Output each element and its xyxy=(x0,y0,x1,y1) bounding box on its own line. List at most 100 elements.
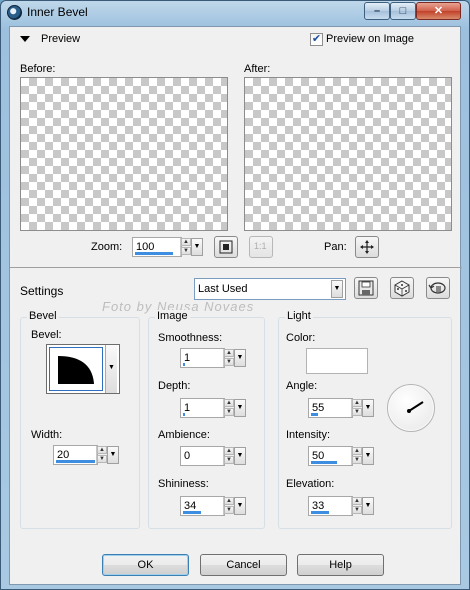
light-color-swatch[interactable] xyxy=(306,348,368,374)
window-title: Inner Bevel xyxy=(27,5,88,19)
ok-button[interactable]: OK xyxy=(102,554,189,576)
angle-dropdown-button[interactable]: ▼ xyxy=(362,399,374,417)
elevation-level-bar xyxy=(311,511,329,514)
zoom-dropdown-button[interactable]: ▼ xyxy=(191,238,203,256)
cancel-button[interactable]: Cancel xyxy=(200,554,287,576)
preset-select[interactable]: Last Used ▼ xyxy=(194,278,346,300)
spin-down-icon[interactable]: ▼ xyxy=(224,408,234,416)
spin-up-icon[interactable]: ▲ xyxy=(181,238,191,246)
depth-input[interactable]: 1 xyxy=(180,398,225,418)
bevel-shape-icon xyxy=(58,356,94,384)
ambience-dropdown-button[interactable]: ▼ xyxy=(234,447,246,465)
close-button[interactable]: ✕ xyxy=(416,2,461,20)
preset-dropdown-icon[interactable]: ▼ xyxy=(331,280,343,298)
spin-down-icon[interactable]: ▼ xyxy=(352,456,362,464)
width-level-bar xyxy=(56,460,95,463)
intensity-spinner[interactable]: ▲ ▼ xyxy=(351,447,362,465)
zoom-label: Zoom: xyxy=(91,241,123,253)
angle-dial[interactable] xyxy=(387,384,435,432)
zoom-fit-icon xyxy=(219,240,233,254)
preview-section-label: Preview xyxy=(41,33,81,45)
title-bar[interactable]: Inner Bevel – □ ✕ xyxy=(1,1,469,25)
pan-button[interactable] xyxy=(355,236,379,258)
spin-down-icon[interactable]: ▼ xyxy=(224,456,234,464)
angle-input[interactable]: 55 xyxy=(308,398,353,418)
zoom-one-to-one-button[interactable]: 1:1 xyxy=(249,236,273,258)
pan-label: Pan: xyxy=(324,241,347,253)
spin-down-icon[interactable]: ▼ xyxy=(352,408,362,416)
preview-on-image-checkbox[interactable]: ✔ xyxy=(310,33,323,46)
intensity-dropdown-button[interactable]: ▼ xyxy=(362,447,374,465)
zoom-input[interactable]: 100 xyxy=(132,237,182,257)
spin-down-icon[interactable]: ▼ xyxy=(97,455,107,463)
smoothness-spinner[interactable]: ▲ ▼ xyxy=(223,349,234,367)
spin-up-icon[interactable]: ▲ xyxy=(224,447,234,455)
zoom-fit-button[interactable] xyxy=(214,236,238,258)
before-preview-pane[interactable] xyxy=(20,77,228,231)
elevation-spinner[interactable]: ▲ ▼ xyxy=(351,497,362,515)
after-label: After: xyxy=(244,63,271,75)
ambience-label: Ambience: xyxy=(158,429,210,441)
save-disk-icon xyxy=(358,280,374,296)
width-input[interactable]: 20 xyxy=(53,445,98,465)
light-group-title: Light xyxy=(285,310,313,322)
image-group-title: Image xyxy=(155,310,190,322)
spin-up-icon[interactable]: ▲ xyxy=(224,399,234,407)
intensity-level-bar xyxy=(311,461,337,464)
spin-up-icon[interactable]: ▲ xyxy=(352,399,362,407)
spin-up-icon[interactable]: ▲ xyxy=(352,447,362,455)
light-color-label: Color: xyxy=(286,332,316,344)
width-dropdown-button[interactable]: ▼ xyxy=(107,446,119,464)
one-to-one-label: 1:1 xyxy=(254,241,267,251)
section-separator xyxy=(10,267,462,268)
spin-up-icon[interactable]: ▲ xyxy=(224,497,234,505)
dialog-client: Preview ✔ Preview on Image Before: After… xyxy=(9,26,462,585)
intensity-input[interactable]: 50 xyxy=(308,446,353,466)
spin-up-icon[interactable]: ▲ xyxy=(224,349,234,357)
dialog-window: Inner Bevel – □ ✕ Preview ✔ Preview on I… xyxy=(0,0,470,590)
spin-down-icon[interactable]: ▼ xyxy=(352,506,362,514)
bevel-shape-picker[interactable]: ▼ xyxy=(46,344,120,394)
bevel-group-title: Bevel xyxy=(27,310,59,322)
bevel-shape-label: Bevel: xyxy=(31,329,62,341)
bevel-shape-preview xyxy=(49,347,103,391)
reset-icon xyxy=(428,282,446,294)
spin-up-icon[interactable]: ▲ xyxy=(352,497,362,505)
spin-up-icon[interactable]: ▲ xyxy=(97,446,107,454)
pan-move-icon xyxy=(360,240,374,254)
elevation-label: Elevation: xyxy=(286,478,335,490)
bevel-shape-dropdown-icon[interactable]: ▼ xyxy=(105,345,117,393)
shininess-input[interactable]: 34 xyxy=(180,496,225,516)
smoothness-input[interactable]: 1 xyxy=(180,348,225,368)
shininess-dropdown-button[interactable]: ▼ xyxy=(234,497,246,515)
elevation-input[interactable]: 33 xyxy=(308,496,353,516)
elevation-dropdown-button[interactable]: ▼ xyxy=(362,497,374,515)
ambience-spinner[interactable]: ▲ ▼ xyxy=(223,447,234,465)
randomize-button[interactable] xyxy=(390,277,414,299)
app-icon xyxy=(7,5,22,20)
settings-label: Settings xyxy=(20,284,64,298)
ambience-input[interactable]: 0 xyxy=(180,446,225,466)
collapse-triangle-icon[interactable] xyxy=(20,36,30,42)
shininess-spinner[interactable]: ▲ ▼ xyxy=(223,497,234,515)
after-preview-pane[interactable] xyxy=(244,77,452,231)
zoom-spinner[interactable]: ▲ ▼ xyxy=(180,238,191,256)
zoom-level-bar xyxy=(135,252,173,255)
spin-down-icon[interactable]: ▼ xyxy=(181,247,191,255)
spin-down-icon[interactable]: ▼ xyxy=(224,506,234,514)
smoothness-label: Smoothness: xyxy=(158,332,223,344)
dice-icon xyxy=(394,280,410,297)
before-label: Before: xyxy=(20,63,56,75)
angle-spinner[interactable]: ▲ ▼ xyxy=(351,399,362,417)
width-spinner[interactable]: ▲ ▼ xyxy=(96,446,107,464)
smoothness-dropdown-button[interactable]: ▼ xyxy=(234,349,246,367)
minimize-button[interactable]: – xyxy=(364,2,390,20)
save-preset-button[interactable] xyxy=(354,277,378,299)
spin-down-icon[interactable]: ▼ xyxy=(224,358,234,366)
depth-spinner[interactable]: ▲ ▼ xyxy=(223,399,234,417)
reset-defaults-button[interactable] xyxy=(426,277,450,299)
preview-on-image-label: Preview on Image xyxy=(326,33,415,45)
depth-dropdown-button[interactable]: ▼ xyxy=(234,399,246,417)
maximize-button[interactable]: □ xyxy=(390,2,416,20)
help-button[interactable]: Help xyxy=(297,554,384,576)
